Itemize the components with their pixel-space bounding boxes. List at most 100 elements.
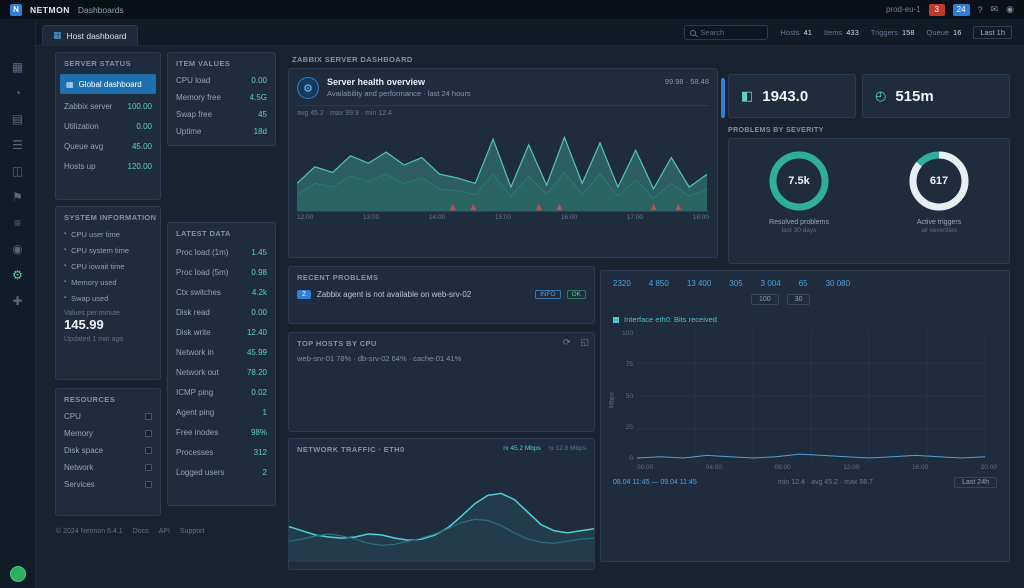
list-item[interactable]: Swap free 45 bbox=[168, 106, 275, 123]
stat-link[interactable]: 3 004 bbox=[761, 279, 781, 288]
footer-link-support[interactable]: Support bbox=[180, 528, 205, 535]
time-range-select[interactable]: Last 1h bbox=[973, 26, 1012, 39]
rail-item-services[interactable]: ▤ bbox=[0, 106, 36, 132]
rail-item-users[interactable]: ◉ bbox=[0, 236, 36, 262]
search-input[interactable] bbox=[700, 28, 760, 37]
checkbox[interactable] bbox=[145, 447, 152, 454]
problem-count-chip[interactable]: 2 bbox=[297, 290, 311, 299]
resource-row[interactable]: Disk space bbox=[56, 442, 160, 459]
x-tick: 16:00 bbox=[912, 464, 928, 471]
list-item[interactable]: Network in 45.99 bbox=[168, 342, 275, 362]
footer-link-api[interactable]: API bbox=[159, 528, 170, 535]
panel-latest-data: Latest data Proc load (1m) 1.45 Proc loa… bbox=[167, 222, 276, 506]
list-item[interactable]: Disk write 12.40 bbox=[168, 322, 275, 342]
list-item[interactable]: Memory free 4.5G bbox=[168, 89, 275, 106]
legend-item[interactable]: ▪ CPU user time bbox=[56, 226, 160, 242]
checkbox[interactable] bbox=[145, 413, 152, 420]
stat-link[interactable]: 65 bbox=[799, 279, 808, 288]
rail-item-monitoring[interactable]: ◔ bbox=[0, 80, 36, 106]
rail-item-data-collection[interactable]: ≡ bbox=[0, 210, 36, 236]
bullet-icon: ▪ bbox=[64, 263, 66, 269]
stat-link[interactable]: 4 850 bbox=[649, 279, 669, 288]
mail-icon[interactable]: ✉ bbox=[991, 4, 999, 15]
legend-item[interactable]: ▪ CPU system time bbox=[56, 242, 160, 258]
list-item[interactable]: ICMP ping 0.02 bbox=[168, 382, 275, 402]
list-item[interactable]: Processes 312 bbox=[168, 442, 275, 462]
stat-link[interactable]: 2320 bbox=[613, 279, 631, 288]
topbar-menu-dashboards[interactable]: Dashboards bbox=[78, 5, 124, 15]
list-item[interactable]: Queue avg 45.00 bbox=[56, 136, 160, 156]
list-item[interactable]: Utilization 0.00 bbox=[56, 116, 160, 136]
list-item[interactable]: Proc load (1m) 1.45 bbox=[168, 242, 275, 262]
severity-chip[interactable]: INFO bbox=[535, 290, 561, 299]
filter-chip[interactable]: 30 bbox=[787, 294, 811, 305]
legend-item[interactable]: ▪ CPU iowait time bbox=[56, 258, 160, 274]
rail-item-administration[interactable]: ⚙ bbox=[0, 262, 36, 288]
filter-chip[interactable]: 100 bbox=[751, 294, 779, 305]
problem-row[interactable]: 2 Zabbix agent is not available on web-s… bbox=[289, 286, 594, 303]
range-chip-button[interactable]: Last 24h bbox=[954, 477, 997, 488]
help-icon[interactable]: ? bbox=[978, 5, 983, 15]
rail-item-inventory[interactable]: ☰ bbox=[0, 132, 36, 158]
panel-title: Top hosts by CPU bbox=[289, 333, 558, 352]
menu-item-global-dashboard[interactable]: ▦ Global dashboard bbox=[60, 74, 156, 94]
list-item[interactable]: Free inodes 98% bbox=[168, 422, 275, 442]
stat-link[interactable]: 30 080 bbox=[826, 279, 850, 288]
item-value: 98% bbox=[251, 428, 267, 437]
tasks-badge[interactable]: 24 bbox=[953, 4, 970, 16]
support-status-icon[interactable] bbox=[10, 566, 26, 582]
tab-host-dashboard[interactable]: ▦ Host dashboard bbox=[42, 25, 138, 45]
stat-link[interactable]: 305 bbox=[729, 279, 742, 288]
item-value: 45 bbox=[258, 110, 267, 119]
resource-row[interactable]: Memory bbox=[56, 425, 160, 442]
list-item[interactable]: Agent ping 1 bbox=[168, 402, 275, 422]
checkbox[interactable] bbox=[145, 481, 152, 488]
app-logo[interactable]: N bbox=[10, 4, 22, 16]
search-box[interactable] bbox=[684, 25, 768, 40]
scroll-accent-bar[interactable] bbox=[721, 78, 725, 118]
user-icon[interactable]: ◉ bbox=[1006, 4, 1014, 15]
x-tick: 20:00 bbox=[981, 464, 997, 471]
checkbox[interactable] bbox=[145, 430, 152, 437]
list-item[interactable]: Hosts up 120.00 bbox=[56, 156, 160, 176]
legend-item[interactable]: ▪ Swap used bbox=[56, 290, 160, 306]
footer-link-docs[interactable]: Docs bbox=[133, 528, 149, 535]
graph-time-range[interactable]: 08.04 11:45 — 09.04 11:45 bbox=[613, 479, 697, 486]
item-label: Network out bbox=[176, 368, 219, 377]
list-item[interactable]: Disk read 0.00 bbox=[168, 302, 275, 322]
list-item[interactable]: Ctx switches 4.2k bbox=[168, 282, 275, 302]
list-item[interactable]: CPU load 0.00 bbox=[168, 72, 275, 89]
stat-card-nvps[interactable]: ◧ 1943.0 bbox=[728, 74, 856, 118]
stat-card-uptime[interactable]: ◴ 515m bbox=[862, 74, 1010, 118]
x-axis-labels: 12:00 13:00 14:00 15:00 16:00 17:00 18:0… bbox=[297, 214, 709, 221]
list-item[interactable]: Zabbix server 100.00 bbox=[56, 96, 160, 116]
list-item[interactable]: Network out 78.20 bbox=[168, 362, 275, 382]
stat-link[interactable]: 13 400 bbox=[687, 279, 711, 288]
resource-row[interactable]: CPU bbox=[56, 408, 160, 425]
status-chip[interactable]: OK bbox=[567, 290, 586, 299]
graph-legend: Interface eth0: Bits received bbox=[601, 311, 1009, 326]
resource-row[interactable]: Services bbox=[56, 476, 160, 493]
rail-item-alerts[interactable]: ⚑ bbox=[0, 184, 36, 210]
list-item[interactable]: Uptime 18d bbox=[168, 123, 275, 140]
donut-label: Active triggers bbox=[917, 219, 961, 226]
donut-sublabel: all severities bbox=[921, 227, 957, 234]
alerts-badge[interactable]: 3 bbox=[929, 4, 945, 16]
stat-label: Queue bbox=[927, 28, 950, 37]
list-item[interactable]: Proc load (5m) 0.98 bbox=[168, 262, 275, 282]
list-item[interactable]: Logged users 2 bbox=[168, 462, 275, 482]
area-chart-frame bbox=[297, 119, 709, 212]
item-value: 0.98 bbox=[251, 268, 267, 277]
legend-label: Swap used bbox=[71, 294, 108, 303]
rail-item-reports[interactable]: ◫ bbox=[0, 158, 36, 184]
refresh-icon[interactable]: ⟳ bbox=[558, 337, 576, 348]
resource-row[interactable]: Network bbox=[56, 459, 160, 476]
expand-icon[interactable]: ◱ bbox=[575, 337, 594, 348]
checkbox[interactable] bbox=[145, 464, 152, 471]
legend-item[interactable]: ▪ Memory used bbox=[56, 274, 160, 290]
item-value: 1 bbox=[263, 408, 267, 417]
rail-item-integrations[interactable]: ✚ bbox=[0, 288, 36, 314]
dashboard-icon: ▦ bbox=[66, 80, 74, 89]
rail-item-dashboards[interactable]: ▦ bbox=[0, 54, 36, 80]
panel-network-traffic: Network traffic · eth0 rx 45.2 Mbps tx 1… bbox=[288, 438, 595, 570]
